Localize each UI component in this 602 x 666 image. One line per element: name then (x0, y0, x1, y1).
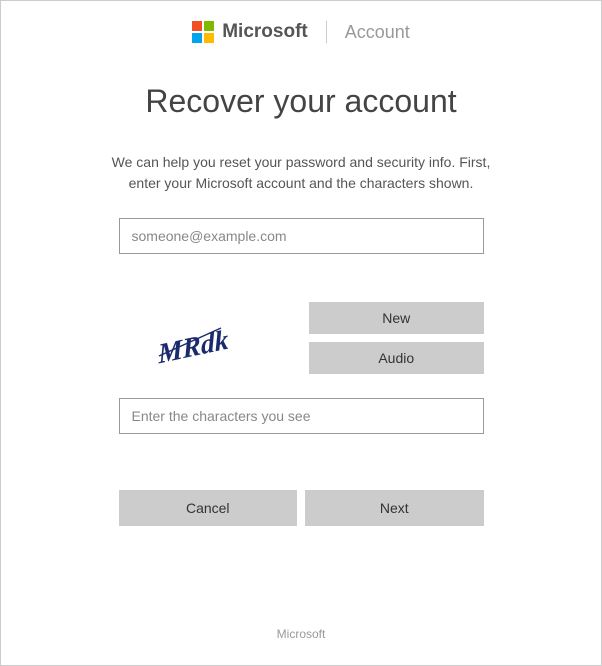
microsoft-logo-icon (192, 21, 214, 43)
brand-section: Account (345, 22, 410, 43)
footer: Microsoft (1, 603, 601, 665)
captcha-text: MRdk (156, 324, 229, 368)
email-input[interactable] (119, 218, 484, 254)
audio-captcha-button[interactable]: Audio (309, 342, 484, 374)
cancel-button[interactable]: Cancel (119, 490, 298, 526)
main-content: Recover your account We can help you res… (1, 59, 601, 603)
header: Microsoft Account (1, 1, 601, 59)
page-title: Recover your account (145, 83, 456, 120)
footer-text: Microsoft (277, 627, 326, 641)
instructions-text: We can help you reset your password and … (111, 152, 491, 194)
captcha-section: MRdk New Audio (119, 302, 484, 374)
new-captcha-button[interactable]: New (309, 302, 484, 334)
captcha-buttons: New Audio (309, 302, 484, 374)
brand-name: Microsoft (222, 21, 308, 43)
action-buttons: Cancel Next (119, 490, 484, 526)
divider (326, 21, 327, 43)
captcha-image: MRdk (119, 303, 294, 373)
captcha-input[interactable] (119, 398, 484, 434)
next-button[interactable]: Next (305, 490, 484, 526)
